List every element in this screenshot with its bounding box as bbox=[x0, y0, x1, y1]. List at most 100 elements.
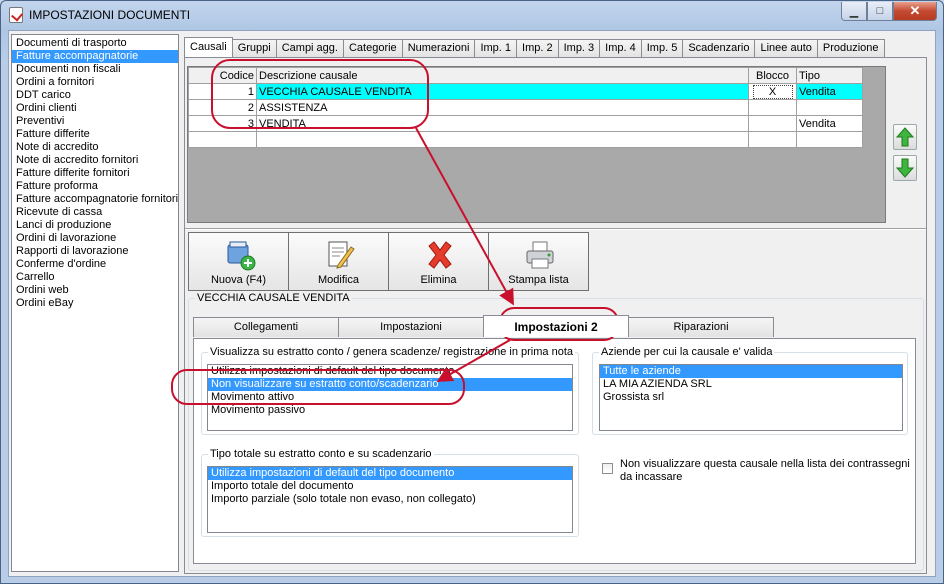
list-item[interactable]: LA MIA AZIENDA SRL bbox=[600, 378, 902, 391]
cell-codice[interactable]: 2 bbox=[188, 99, 257, 116]
cell-codice[interactable]: 3 bbox=[188, 115, 257, 132]
subtab-collegamenti[interactable]: Collegamenti bbox=[193, 317, 339, 337]
estratto-conto-listbox[interactable]: Utilizza impostazioni di default del tip… bbox=[207, 364, 573, 431]
new-document-icon bbox=[227, 241, 256, 271]
tab-imp-3[interactable]: Imp. 3 bbox=[557, 39, 601, 57]
doc-type-item[interactable]: Ordini clienti bbox=[12, 102, 178, 115]
cell-tipo[interactable]: Vendita bbox=[796, 83, 863, 100]
doc-type-item[interactable]: Ordini eBay bbox=[12, 297, 178, 310]
header-descrizione[interactable]: Descrizione causale bbox=[256, 67, 749, 84]
aziende-title: Aziende per cui la causale e' valida bbox=[599, 346, 775, 358]
subtab-riparazioni[interactable]: Riparazioni bbox=[628, 317, 774, 337]
table-row-new[interactable] bbox=[188, 131, 863, 148]
doc-type-item[interactable]: DDT carico bbox=[12, 89, 178, 102]
tab-imp-1[interactable]: Imp. 1 bbox=[474, 39, 518, 57]
doc-type-item[interactable]: Ricevute di cassa bbox=[12, 206, 178, 219]
title-bar[interactable]: IMPOSTAZIONI DOCUMENTI ▁ □ ✕ bbox=[1, 1, 943, 29]
close-button[interactable]: ✕ bbox=[893, 2, 937, 21]
list-item[interactable]: Movimento passivo bbox=[208, 404, 572, 417]
header-codice[interactable]: Codice bbox=[188, 67, 257, 84]
cell-codice[interactable]: 1 bbox=[188, 83, 257, 100]
doc-type-item[interactable]: Note di accredito fornitori bbox=[12, 154, 178, 167]
doc-type-item[interactable]: Documenti di trasporto bbox=[12, 37, 178, 50]
cell-blocco-empty[interactable] bbox=[748, 131, 797, 148]
cell-tipo[interactable]: Vendita bbox=[796, 115, 863, 132]
cell-tipo[interactable] bbox=[796, 99, 863, 116]
cell-codice-empty[interactable] bbox=[188, 131, 257, 148]
doc-type-item[interactable]: Carrello bbox=[12, 271, 178, 284]
doc-type-item[interactable]: Documenti non fiscali bbox=[12, 63, 178, 76]
list-item[interactable]: Movimento attivo bbox=[208, 391, 572, 404]
header-tipo[interactable]: Tipo bbox=[796, 67, 863, 84]
cell-tipo-empty[interactable] bbox=[796, 131, 863, 148]
list-item-selected[interactable]: Utilizza impostazioni di default del tip… bbox=[208, 467, 572, 480]
table-row[interactable]: 2 ASSISTENZA bbox=[188, 99, 863, 116]
doc-type-item[interactable]: Ordini di lavorazione bbox=[12, 232, 178, 245]
subtab-impostazioni-2[interactable]: Impostazioni 2 bbox=[483, 315, 629, 337]
contrassegni-checkbox[interactable] bbox=[602, 463, 613, 474]
tab-campi-agg[interactable]: Campi agg. bbox=[275, 39, 344, 57]
list-item-selected[interactable]: Tutte le aziende bbox=[600, 365, 902, 378]
tab-scadenzario[interactable]: Scadenzario bbox=[682, 39, 756, 57]
causali-grid[interactable]: Codice Descrizione causale Blocco Tipo 1… bbox=[187, 66, 886, 223]
main-window: IMPOSTAZIONI DOCUMENTI ▁ □ ✕ Documenti d… bbox=[0, 0, 944, 584]
cell-descrizione[interactable]: ASSISTENZA bbox=[256, 99, 749, 116]
doc-type-item[interactable]: Ordini web bbox=[12, 284, 178, 297]
doc-type-item[interactable]: Preventivi bbox=[12, 115, 178, 128]
tab-categorie[interactable]: Categorie bbox=[342, 39, 403, 57]
doc-type-item[interactable]: Ordini a fornitori bbox=[12, 76, 178, 89]
tab-gruppi[interactable]: Gruppi bbox=[231, 39, 277, 57]
tab-numerazioni[interactable]: Numerazioni bbox=[401, 39, 476, 57]
aziende-listbox[interactable]: Tutte le aziende LA MIA AZIENDA SRL Gros… bbox=[599, 364, 903, 431]
header-blocco[interactable]: Blocco bbox=[748, 67, 797, 84]
list-item[interactable]: Importo totale del documento bbox=[208, 480, 572, 493]
nuova-label: Nuova (F4) bbox=[210, 274, 267, 286]
cell-descrizione[interactable]: VENDITA bbox=[256, 115, 749, 132]
modifica-label: Modifica bbox=[318, 274, 359, 286]
tab-imp-4[interactable]: Imp. 4 bbox=[599, 39, 642, 57]
doc-type-item[interactable]: Note di accredito bbox=[12, 141, 178, 154]
elimina-button[interactable]: Elimina bbox=[388, 232, 489, 291]
stampa-lista-button[interactable]: Stampa lista bbox=[488, 232, 589, 291]
cell-blocco[interactable] bbox=[748, 99, 797, 116]
tipo-totale-title: Tipo totale su estratto conto e su scade… bbox=[208, 448, 434, 460]
list-item-selected[interactable]: Non visualizzare su estratto conto/scade… bbox=[208, 378, 572, 391]
doc-type-item[interactable]: Fatture accompagnatorie fornitori bbox=[12, 193, 178, 206]
list-item[interactable]: Grossista srl bbox=[600, 391, 902, 404]
doc-type-item[interactable]: Rapporti di lavorazione bbox=[12, 245, 178, 258]
causali-tab-body: Codice Descrizione causale Blocco Tipo 1… bbox=[184, 57, 927, 574]
doc-type-item-selected[interactable]: Fatture accompagnatorie bbox=[12, 50, 178, 63]
nuova-button[interactable]: Nuova (F4) bbox=[188, 232, 289, 291]
tab-produzione[interactable]: Produzione bbox=[816, 39, 885, 57]
document-type-list[interactable]: Documenti di trasporto Fatture accompagn… bbox=[11, 34, 179, 572]
list-item[interactable]: Importo parziale (solo totale non evaso,… bbox=[208, 493, 572, 506]
list-item[interactable]: Utilizza impostazioni di default del tip… bbox=[208, 365, 572, 378]
window-title: IMPOSTAZIONI DOCUMENTI bbox=[29, 8, 191, 22]
doc-type-item[interactable]: Fatture differite bbox=[12, 128, 178, 141]
doc-type-item[interactable]: Conferme d'ordine bbox=[12, 258, 178, 271]
tab-linee-auto[interactable]: Linee auto bbox=[754, 39, 818, 57]
impostazioni-2-body: Visualizza su estratto conto / genera sc… bbox=[193, 338, 916, 564]
subtab-impostazioni[interactable]: Impostazioni bbox=[338, 317, 484, 337]
table-row[interactable]: 3 VENDITA Vendita bbox=[188, 115, 863, 132]
tab-strip: Causali Gruppi Campi agg. Categorie Nume… bbox=[184, 37, 885, 57]
cell-descrizione[interactable]: VECCHIA CAUSALE VENDITA bbox=[256, 83, 749, 100]
tab-imp-2[interactable]: Imp. 2 bbox=[516, 39, 559, 57]
grid-header-row: Codice Descrizione causale Blocco Tipo bbox=[188, 67, 863, 84]
maximize-button[interactable]: □ bbox=[867, 2, 893, 21]
modifica-button[interactable]: Modifica bbox=[288, 232, 389, 291]
doc-type-item[interactable]: Lanci di produzione bbox=[12, 219, 178, 232]
tab-causali[interactable]: Causali bbox=[184, 37, 233, 57]
doc-type-item[interactable]: Fatture differite fornitori bbox=[12, 167, 178, 180]
table-row-selected[interactable]: 1 VECCHIA CAUSALE VENDITA X Vendita bbox=[188, 83, 863, 100]
cell-blocco[interactable] bbox=[748, 115, 797, 132]
doc-type-item[interactable]: Fatture proforma bbox=[12, 180, 178, 193]
move-up-button[interactable] bbox=[893, 124, 917, 150]
minimize-button[interactable]: ▁ bbox=[841, 2, 867, 21]
tipo-totale-listbox[interactable]: Utilizza impostazioni di default del tip… bbox=[207, 466, 573, 533]
cell-descrizione-empty[interactable] bbox=[256, 131, 749, 148]
cell-blocco[interactable]: X bbox=[748, 83, 797, 100]
arrow-down-icon bbox=[896, 158, 914, 178]
move-down-button[interactable] bbox=[893, 155, 917, 181]
tab-imp-5[interactable]: Imp. 5 bbox=[640, 39, 684, 57]
